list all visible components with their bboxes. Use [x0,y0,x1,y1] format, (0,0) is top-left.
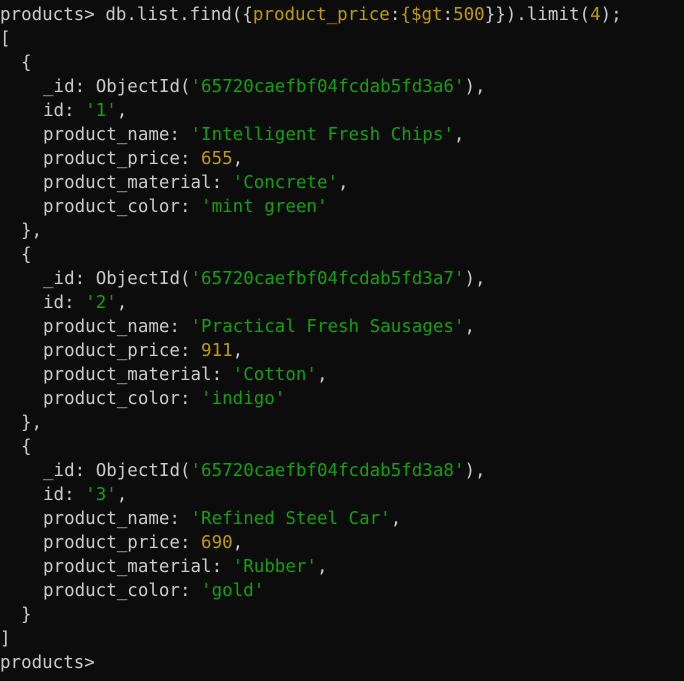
field-key: id: [43,293,86,313]
field-key: product_name: [43,509,191,529]
field-value: 911 [201,341,233,361]
filter-brace-open: { [400,5,411,25]
field-key: _id: [43,77,96,97]
field-value: 655 [201,149,233,169]
document-close-brace: }, [21,221,43,241]
field-key: product_color: [43,581,202,601]
field-value: 'Concrete' [232,173,339,193]
comma: , [232,533,244,553]
command-line: products> db.list.find({product_price:{$… [0,3,684,27]
operator-colon: : [442,5,454,25]
limit-value: 4 [590,5,601,25]
objectid-func: ObjectId( [95,77,191,97]
document-field-id: id: '1', [0,99,684,123]
objectid-value: '65720caefbf04fcdab5fd3a7' [190,269,465,289]
field-value: 690 [201,533,233,553]
field-value: 'gold' [201,581,265,601]
comma: , [232,341,244,361]
field-key: id: [43,101,86,121]
prompt: products> [0,5,106,25]
array-open-bracket: [ [0,29,11,49]
field-value: 'Practical Fresh Sausages' [190,317,465,337]
document-field-id: id: '3', [0,483,684,507]
document-field-product-material: product_material: 'Rubber', [0,555,684,579]
field-key: product_price: [43,533,202,553]
field-key: product_color: [43,389,202,409]
field-value: '3' [85,485,117,505]
document-open-brace: { [21,245,32,265]
document-open-brace: { [21,53,32,73]
objectid-close: ), [464,269,486,289]
objectid-func: ObjectId( [95,461,191,481]
comma: , [116,101,128,121]
field-value: 'mint green' [201,197,328,217]
objectid-value: '65720caefbf04fcdab5fd3a6' [190,77,465,97]
field-key: product_price: [43,341,202,361]
field-value: 'Rubber' [232,557,317,577]
field-key: product_color: [43,197,202,217]
document-field-oid: _id: ObjectId('65720caefbf04fcdab5fd3a8'… [0,459,684,483]
field-key: product_material: [43,365,233,385]
objectid-close: ), [464,461,486,481]
document-field-product-name: product_name: 'Intelligent Fresh Chips', [0,123,684,147]
array-close-bracket: ] [0,629,11,649]
comma: , [116,293,128,313]
field-key: product_material: [43,557,233,577]
document-field-product-name: product_name: 'Practical Fresh Sausages'… [0,315,684,339]
filter-colon: : [389,5,401,25]
comma: , [316,557,328,577]
objectid-value: '65720caefbf04fcdab5fd3a8' [190,461,465,481]
comma: , [390,509,402,529]
objectid-func: ObjectId( [95,269,191,289]
command-suffix: ); [600,5,622,25]
document-field-product-price: product_price: 655, [0,147,684,171]
field-value: '2' [85,293,117,313]
operator-value: 500 [453,5,485,25]
field-key: id: [43,485,86,505]
comma: , [338,173,349,193]
filter-field: product_price [252,5,390,25]
document-close-brace: } [21,605,32,625]
field-key: _id: [43,461,96,481]
document-field-product-price: product_price: 690, [0,531,684,555]
field-key: product_name: [43,125,191,145]
command-middle: }}).limit( [484,5,591,25]
field-value: 'Intelligent Fresh Chips' [190,125,454,145]
document-field-product-material: product_material: 'Concrete', [0,171,684,195]
field-value: '1' [85,101,117,121]
document-field-oid: _id: ObjectId('65720caefbf04fcdab5fd3a6'… [0,75,684,99]
document-field-product-material: product_material: 'Cotton', [0,363,684,387]
command-prefix: db.list.find({ [105,5,253,25]
prompt: products> [0,653,106,673]
final-prompt-line[interactable]: products> [0,651,684,675]
field-value: 'Cotton' [232,365,317,385]
field-key: product_material: [43,173,233,193]
filter-operator: $gt [410,5,443,25]
document-open-brace: { [21,437,32,457]
document-field-product-color: product_color: 'gold' [0,579,684,603]
comma: , [464,317,475,337]
field-key: product_price: [43,149,202,169]
field-value: 'Refined Steel Car' [190,509,391,529]
document-field-product-price: product_price: 911, [0,339,684,363]
document-close-brace: }, [21,413,43,433]
document-field-product-name: product_name: 'Refined Steel Car', [0,507,684,531]
document-field-id: id: '2', [0,291,684,315]
document-field-oid: _id: ObjectId('65720caefbf04fcdab5fd3a7'… [0,267,684,291]
comma: , [453,125,465,145]
terminal-window[interactable]: products> db.list.find({product_price:{$… [0,0,684,681]
field-value: 'indigo' [201,389,286,409]
field-key: product_name: [43,317,191,337]
comma: , [116,485,128,505]
field-key: _id: [43,269,96,289]
document-field-product-color: product_color: 'mint green' [0,195,684,219]
comma: , [232,149,244,169]
objectid-close: ), [464,77,486,97]
comma: , [316,365,328,385]
document-field-product-color: product_color: 'indigo' [0,387,684,411]
